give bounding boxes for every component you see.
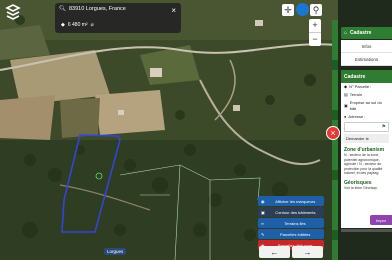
pin-icon: ◆ — [61, 22, 65, 28]
layers-panel: ◉ Afficher les marqueurs ▣ Contour des bât… — [258, 196, 324, 251]
location-button[interactable]: ✛ — [282, 4, 294, 16]
layer-edited-toggle[interactable]: ✎ Parcelles éditées — [258, 229, 324, 239]
info-footprint: ▣ Emprise au sol du bâti — [344, 100, 382, 111]
building-icon: ▣ — [344, 103, 348, 108]
map-icon: ▤ — [344, 92, 348, 97]
zoom-in-button[interactable]: + — [309, 19, 321, 33]
place-label: Lorgues — [104, 248, 127, 255]
import-button[interactable]: Impor — [370, 215, 392, 225]
edit-icon: ✎ — [261, 231, 265, 237]
mic-icon[interactable]: ⚲ — [310, 4, 322, 16]
search-address: 🔍︎ 83910 Lorgues, France — [59, 6, 126, 12]
tag-icon: ◆ — [344, 84, 348, 89]
zoom-control: + − — [309, 19, 321, 46]
info-address: ● Adresse : — [344, 114, 366, 119]
info-terrain: ▤ Terrain — [344, 92, 363, 97]
pin-icon: ● — [344, 114, 347, 119]
layer-linked-toggle[interactable]: ∞ Terrains liés — [258, 218, 324, 228]
scrollbar[interactable] — [341, 229, 392, 232]
prev-button[interactable]: ← — [259, 246, 290, 258]
tab-infos[interactable]: Infos — [341, 40, 392, 53]
close-icon[interactable]: × — [171, 7, 176, 15]
action-box[interactable]: ⚑ — [344, 122, 389, 132]
next-button[interactable]: → — [292, 246, 323, 258]
home-icon: ⌂ — [344, 30, 348, 36]
eye-icon: ◉ — [261, 198, 265, 204]
zoom-out-button[interactable]: − — [309, 33, 321, 47]
menu-icon[interactable] — [4, 3, 22, 21]
layer-markers-toggle[interactable]: ◉ Afficher les marqueurs — [258, 196, 324, 206]
globe-icon[interactable] — [296, 3, 309, 16]
pin-icon: ⚑ — [381, 124, 386, 130]
building-icon: ▣ — [261, 209, 265, 215]
zone-text: N - secteur de la zone, potentiel agrono… — [344, 153, 383, 175]
search-icon: 🔍︎ — [59, 6, 66, 12]
layer-buildings-toggle[interactable]: ▣ Contour des bâtiments — [258, 207, 324, 217]
satellite-map[interactable]: 🔍︎ 83910 Lorgues, France × ◆ 6 480 m² ⌀ … — [0, 0, 338, 260]
info-parcel-number: ◆ N° Parcelle : — [344, 84, 372, 89]
panel-header[interactable]: ⌂ Cadastre — [341, 27, 392, 39]
link-icon: ∞ — [261, 220, 264, 226]
panel-body: Cadastre ◆ N° Parcelle : ▤ Terrain ▣ Empris… — [341, 70, 392, 228]
close-panel-button[interactable]: × — [326, 126, 340, 140]
search-bar[interactable]: 🔍︎ 83910 Lorgues, France × ◆ 6 480 m² ⌀ — [55, 3, 181, 33]
navigation-arrows: ← → — [259, 246, 323, 258]
ruler-icon: ⌀ — [90, 22, 94, 28]
tab-estimations[interactable]: Estimations — [341, 53, 392, 66]
geo-link[interactable]: Voir la fiche Géorisqu — [344, 186, 389, 190]
cadastre-title: Cadastre — [341, 70, 392, 83]
panel-tabs: Infos Estimations — [341, 40, 392, 66]
request-button[interactable]: Demander le — [344, 134, 389, 143]
area-readout: ◆ 6 480 m² ⌀ — [61, 22, 94, 28]
